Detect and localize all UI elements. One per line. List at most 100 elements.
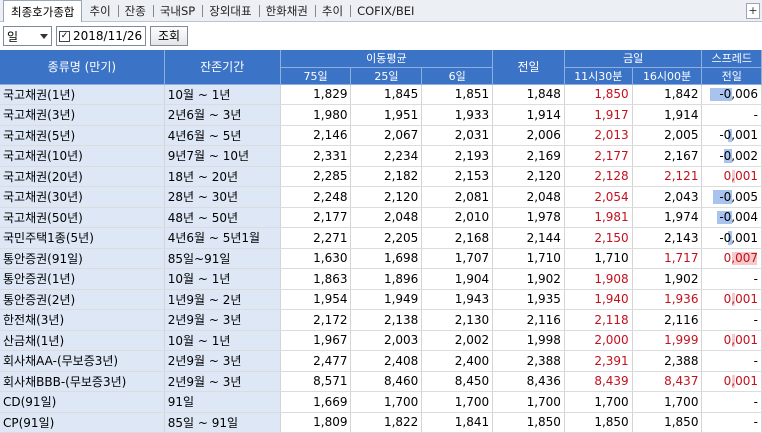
cell-spread: 0,001 — [701, 166, 762, 187]
cell-period: 18년 ~ 20년 — [164, 166, 281, 187]
table-row[interactable]: 산금채(1년) 10월 ~ 1년 1,967 2,003 2,002 1,998 2,000… — [0, 330, 762, 351]
cell-name: 한전채(3년) — [0, 309, 165, 331]
add-tab-button[interactable]: + — [746, 3, 760, 19]
col-header-ma25[interactable]: 25일 — [350, 67, 423, 85]
cell-period: 85일 ~ 91일 — [164, 412, 281, 433]
cell-spread: -0,005 — [701, 186, 762, 208]
cell-ma6: 2,081 — [421, 186, 494, 208]
cell-name: 국고채권(30년) — [0, 186, 165, 208]
table-row[interactable]: 국고채권(50년) 48년 ~ 50년 2,177 2,048 2,010 1,978 1,… — [0, 207, 762, 228]
tab-1[interactable]: 추이 — [82, 0, 117, 22]
cell-period: 85일~91일 — [164, 248, 281, 269]
cell-prev: 2,388 — [492, 350, 565, 372]
cell-spread: 0,001 — [701, 289, 762, 310]
tab-bar: 최종호가종합 추이 잔종 국내SP 장외대표 한화채권 추이 COFIX/BEI — [0, 0, 762, 22]
cell-ma6: 2,153 — [421, 166, 494, 187]
table-row[interactable]: 회사채AA-(무보증3년) 2년9월 ~ 3년 2,477 2,408 2,400 2,3… — [0, 350, 762, 372]
table-row[interactable]: 통안증권(2년) 1년9월 ~ 2년 1,954 1,949 1,943 1,935 1,9… — [0, 289, 762, 310]
cell-ma6: 1,851 — [421, 84, 494, 105]
cell-ma75: 2,172 — [280, 309, 352, 331]
col-header-today: 금일 — [564, 50, 703, 68]
cell-t1610: 2,167 — [632, 145, 703, 167]
cell-t1610: 1,974 — [632, 207, 703, 228]
tab-4[interactable]: 장외대표 — [202, 0, 258, 22]
cell-period: 10월 ~ 1년 — [164, 330, 281, 351]
tab-2[interactable]: 잔종 — [117, 0, 153, 22]
spread-value: - — [753, 107, 758, 122]
spread-value: -0,004 — [719, 210, 758, 225]
spread-value: - — [753, 353, 758, 368]
tab-7[interactable]: COFIX/BEI — [350, 0, 421, 22]
table-row[interactable]: 국고채권(10년) 9년7월 ~ 10년 2,331 2,234 2,193 2,169 2… — [0, 145, 762, 167]
cell-t1130: 2,054 — [564, 186, 633, 208]
table-row[interactable]: 국고채권(1년) 10월 ~ 1년 1,829 1,845 1,851 1,848 1,85… — [0, 84, 762, 105]
cell-ma75: 2,477 — [280, 350, 352, 372]
cell-name: 국고채권(20년) — [0, 166, 165, 187]
table-row[interactable]: 국고채권(30년) 28년 ~ 30년 2,248 2,120 2,081 2,048 2,… — [0, 186, 762, 208]
cell-prev: 1,935 — [492, 289, 565, 310]
cell-t1610: 1,717 — [632, 248, 703, 269]
table-row[interactable]: 국민주택1종(5년) 4년6월 ~ 5년1월 2,271 2,205 2,168 2,14… — [0, 227, 762, 249]
col-header-ma75[interactable]: 75일 — [280, 67, 352, 85]
col-header-t1130[interactable]: 11시30분 — [564, 67, 633, 85]
col-header-ma6[interactable]: 6일 — [421, 67, 494, 85]
table-row[interactable]: CD(91일) 91일 1,669 1,700 1,700 1,700 1,700 1,700… — [0, 391, 762, 413]
spread-value: 0,001 — [723, 374, 758, 389]
cell-t1610: 2,005 — [632, 125, 703, 146]
cell-ma25: 2,408 — [350, 350, 423, 372]
cell-prev: 1,700 — [492, 391, 565, 413]
table-row[interactable]: 통안증권(91일) 85일~91일 1,630 1,698 1,707 1,710 1,71… — [0, 248, 762, 269]
cell-spread: 0,001 — [701, 371, 762, 392]
cell-name: 통안증권(2년) — [0, 289, 165, 310]
table-row[interactable]: 통안증권(1년) 10월 ~ 1년 1,863 1,896 1,904 1,902 1,90… — [0, 268, 762, 290]
date-field[interactable]: ✓ 2018/11/26 — [56, 26, 146, 46]
cell-period: 1년9월 ~ 2년 — [164, 289, 281, 310]
period-select[interactable]: 일 — [3, 26, 52, 46]
table-row[interactable]: 국고채권(20년) 18년 ~ 20년 2,285 2,182 2,153 2,120 2,… — [0, 166, 762, 187]
cell-ma6: 2,168 — [421, 227, 494, 249]
cell-ma25: 1,822 — [350, 412, 423, 433]
cell-t1130: 1,850 — [564, 412, 633, 433]
spread-value: -0,001 — [719, 128, 758, 143]
cell-period: 2년9월 ~ 3년 — [164, 309, 281, 331]
cell-t1610: 2,116 — [632, 309, 703, 331]
col-header-name[interactable]: 종류명 (만기) — [0, 50, 165, 85]
cell-name: 국고채권(50년) — [0, 207, 165, 228]
table-row[interactable]: CP(91일) 85일 ~ 91일 1,809 1,822 1,841 1,850 1,85… — [0, 412, 762, 433]
cell-prev: 2,006 — [492, 125, 565, 146]
col-header-period[interactable]: 잔존기간 — [164, 50, 281, 85]
cell-ma25: 2,048 — [350, 207, 423, 228]
cell-ma25: 2,234 — [350, 145, 423, 167]
cell-t1130: 1,850 — [564, 84, 633, 105]
cell-ma25: 2,120 — [350, 186, 423, 208]
cell-ma25: 1,951 — [350, 104, 423, 126]
table-row[interactable]: 국고채권(5년) 4년6월 ~ 5년 2,146 2,067 2,031 2,006 2,0… — [0, 125, 762, 146]
tab-6[interactable]: 추이 — [314, 0, 350, 22]
cell-ma75: 2,146 — [280, 125, 352, 146]
col-header-spread: 스프레드 — [701, 50, 762, 68]
table-row[interactable]: 국고채권(3년) 2년6월 ~ 3년 1,980 1,951 1,933 1,914 1,9… — [0, 104, 762, 126]
cell-prev: 8,436 — [492, 371, 565, 392]
cell-name: 통안증권(1년) — [0, 268, 165, 290]
cell-name: 회사채BBB-(무보증3년) — [0, 371, 165, 392]
cell-ma75: 2,285 — [280, 166, 352, 187]
col-header-t1610[interactable]: 16시00분 — [632, 67, 703, 85]
cell-t1610: 1,700 — [632, 391, 703, 413]
date-checkbox[interactable]: ✓ — [59, 30, 70, 42]
tab-3[interactable]: 국내SP — [152, 0, 202, 22]
col-header-prev[interactable]: 전일 — [492, 50, 565, 85]
cell-t1610: 1,936 — [632, 289, 703, 310]
tab-0[interactable]: 최종호가종합 — [3, 0, 83, 22]
query-button[interactable]: 조회 — [150, 26, 188, 46]
cell-t1130: 1,940 — [564, 289, 633, 310]
cell-period: 48년 ~ 50년 — [164, 207, 281, 228]
cell-ma25: 2,003 — [350, 330, 423, 351]
cell-prev: 1,850 — [492, 412, 565, 433]
table-row[interactable]: 회사채BBB-(무보증3년) 2년9월 ~ 3년 8,571 8,460 8,450 8,… — [0, 371, 762, 392]
cell-period: 10월 ~ 1년 — [164, 84, 281, 105]
col-header-spread-prev[interactable]: 전일 — [701, 67, 762, 85]
cell-t1130: 2,150 — [564, 227, 633, 249]
cell-ma75: 1,829 — [280, 84, 352, 105]
table-row[interactable]: 한전채(3년) 2년9월 ~ 3년 2,172 2,138 2,130 2,116 2,11… — [0, 309, 762, 331]
tab-5[interactable]: 한화채권 — [258, 0, 315, 22]
